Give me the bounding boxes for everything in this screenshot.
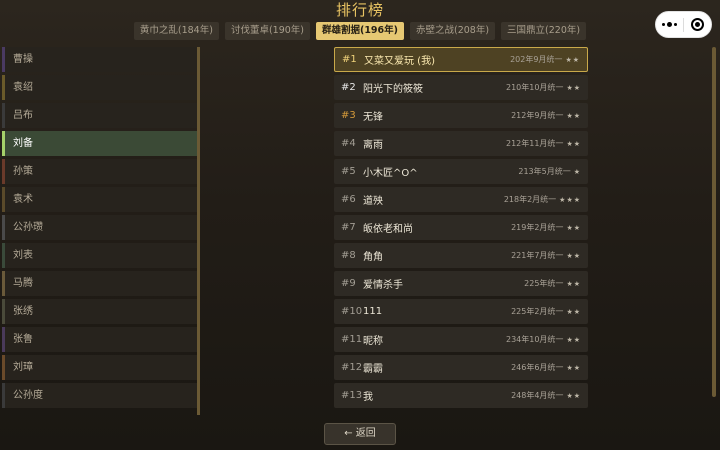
player-name: 离雨 xyxy=(363,140,383,151)
sidebar-item-yuanshao[interactable]: 袁绍 xyxy=(2,75,197,100)
unify-date: 225年2月统一 xyxy=(511,307,564,316)
unify-date: 246年6月统一 xyxy=(511,363,564,372)
sidebar-item-liuzhang[interactable]: 刘璋 xyxy=(2,355,197,380)
star-rating-icon: ★ xyxy=(573,167,581,176)
player-name: 又菜又爱玩 (我) xyxy=(364,56,435,67)
sidebar-item-zhangxiu[interactable]: 张绣 xyxy=(2,299,197,324)
rank-number: #9 xyxy=(341,278,356,289)
tab-era-190[interactable]: 讨伐董卓(190年) xyxy=(224,22,310,40)
ranking-list[interactable]: #1 又菜又爱玩 (我) 202年9月统一 ★★ #2 阳光下的筱筱 210年1… xyxy=(334,47,588,415)
rank-number: #7 xyxy=(341,222,356,233)
sidebar-item-sunce[interactable]: 孙策 xyxy=(2,159,197,184)
star-rating-icon: ★★ xyxy=(565,55,580,64)
unify-date: 212年11月统一 xyxy=(505,139,564,148)
ranking-row-3[interactable]: #3 无锋 212年9月统一 ★★ xyxy=(334,103,588,128)
scrollbar[interactable] xyxy=(712,47,716,397)
unify-date: 210年10月统一 xyxy=(505,83,564,92)
ranking-row-13[interactable]: #13 我 248年4月统一 ★★ xyxy=(334,383,588,408)
sidebar-item-liubiao[interactable]: 刘表 xyxy=(2,243,197,268)
ranking-row-11[interactable]: #11 昵称 234年10月统一 ★★ xyxy=(334,327,588,352)
unify-date: 219年2月统一 xyxy=(511,223,564,232)
unify-date: 234年10月统一 xyxy=(505,335,564,344)
player-name: 小木匠^O^ xyxy=(363,168,418,179)
sidebar-item-zhanglu[interactable]: 张鲁 xyxy=(2,327,197,352)
ranking-row-9[interactable]: #9 爱情杀手 225年统一 ★★ xyxy=(334,271,588,296)
unify-date: 221年7月统一 xyxy=(511,251,564,260)
rank-number: #13 xyxy=(341,390,363,401)
star-rating-icon: ★★ xyxy=(566,279,581,288)
unify-date: 213年5月统一 xyxy=(518,167,571,176)
page-title: 排行榜 xyxy=(335,1,384,19)
player-name: 爱情杀手 xyxy=(363,280,403,291)
ranking-row-4[interactable]: #4 离雨 212年11月统一 ★★ xyxy=(334,131,588,156)
star-rating-icon: ★★★ xyxy=(559,195,581,204)
sidebar-item-gongsundu[interactable]: 公孙度 xyxy=(2,383,197,408)
star-rating-icon: ★★ xyxy=(566,251,581,260)
ranking-row-8[interactable]: #8 角角 221年7月统一 ★★ xyxy=(334,243,588,268)
star-rating-icon: ★★ xyxy=(566,83,581,92)
ranking-row-6[interactable]: #6 道殃 218年2月统一 ★★★ xyxy=(334,187,588,212)
ranking-row-5[interactable]: #5 小木匠^O^ 213年5月统一 ★ xyxy=(334,159,588,184)
faction-sidebar[interactable]: 曹操 袁绍 吕布 刘备 孙策 袁术 公孙瓒 刘表 马腾 张绣 张鲁 刘璋 公孙度 xyxy=(2,47,200,415)
star-rating-icon: ★★ xyxy=(566,391,581,400)
player-name: 我 xyxy=(363,392,373,403)
player-name: 昵称 xyxy=(363,336,383,347)
rank-number: #6 xyxy=(341,194,356,205)
ranking-row-7[interactable]: #7 皈依老和尚 219年2月统一 ★★ xyxy=(334,215,588,240)
unify-date: 202年9月统一 xyxy=(510,55,563,64)
unify-date: 212年9月统一 xyxy=(511,111,564,120)
back-button[interactable]: ← 返回 xyxy=(324,423,396,445)
unify-date: 218年2月统一 xyxy=(503,195,557,204)
star-rating-icon: ★★ xyxy=(566,335,581,344)
sidebar-item-gongsunzan[interactable]: 公孙瓒 xyxy=(2,215,197,240)
player-name: 霸霸 xyxy=(363,364,383,375)
rank-number: #2 xyxy=(341,82,356,93)
ranking-row-1[interactable]: #1 又菜又爱玩 (我) 202年9月统一 ★★ xyxy=(334,47,588,72)
star-rating-icon: ★★ xyxy=(566,363,581,372)
star-rating-icon: ★★ xyxy=(566,139,581,148)
player-name: 道殃 xyxy=(363,196,383,207)
rank-number: #1 xyxy=(342,54,357,65)
tab-era-208[interactable]: 赤壁之战(208年) xyxy=(410,22,496,40)
star-rating-icon: ★★ xyxy=(566,223,581,232)
player-name: 角角 xyxy=(363,252,383,263)
ranking-row-12[interactable]: #12 霸霸 246年6月统一 ★★ xyxy=(334,355,588,380)
rank-number: #3 xyxy=(341,110,356,121)
rank-number: #12 xyxy=(341,362,363,373)
tab-era-220[interactable]: 三国鼎立(220年) xyxy=(501,22,587,40)
player-name: 111 xyxy=(363,306,383,317)
player-name: 无锋 xyxy=(363,112,383,123)
rank-number: #8 xyxy=(341,250,356,261)
tab-era-184[interactable]: 黄巾之乱(184年) xyxy=(133,22,219,40)
unify-date: 225年统一 xyxy=(524,279,564,288)
rank-number: #11 xyxy=(341,334,363,345)
ranking-row-10[interactable]: #10 111 225年2月统一 ★★ xyxy=(334,299,588,324)
sidebar-item-mateng[interactable]: 马腾 xyxy=(2,271,197,296)
star-rating-icon: ★★ xyxy=(566,307,581,316)
player-name: 阳光下的筱筱 xyxy=(363,84,423,95)
tab-era-196[interactable]: 群雄割据(196年) xyxy=(315,22,404,40)
rank-number: #10 xyxy=(341,306,363,317)
sidebar-item-yuanshu[interactable]: 袁术 xyxy=(2,187,197,212)
sidebar-item-liubei[interactable]: 刘备 xyxy=(2,131,197,156)
rank-number: #5 xyxy=(341,166,356,177)
rank-number: #4 xyxy=(341,138,356,149)
star-rating-icon: ★★ xyxy=(566,111,581,120)
unify-date: 248年4月统一 xyxy=(511,391,564,400)
sidebar-item-caocao[interactable]: 曹操 xyxy=(2,47,197,72)
player-name: 皈依老和尚 xyxy=(363,224,413,235)
sidebar-item-lvbu[interactable]: 吕布 xyxy=(2,103,197,128)
era-tabs: 黄巾之乱(184年) 讨伐董卓(190年) 群雄割据(196年) 赤壁之战(20… xyxy=(0,22,720,40)
ranking-row-2[interactable]: #2 阳光下的筱筱 210年10月统一 ★★ xyxy=(334,75,588,100)
